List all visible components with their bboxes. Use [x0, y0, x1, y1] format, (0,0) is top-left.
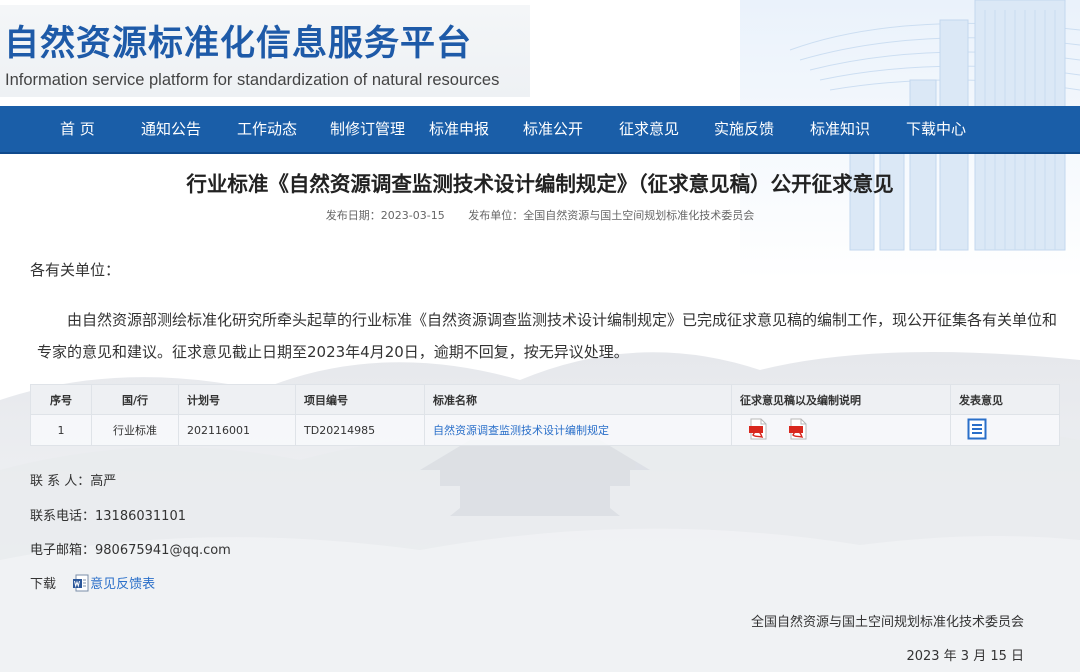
standards-table: 序号 国/行 计划号 项目编号 标准名称 征求意见稿以及编制说明 发表意见 1 …	[30, 384, 1060, 446]
feedback-form-download-link[interactable]: 意见反馈表	[90, 577, 155, 592]
cell-seq: 1	[30, 414, 92, 446]
signature-date: 2023 年 3 月 15 日	[906, 649, 1024, 664]
col-header-seq: 序号	[30, 384, 92, 415]
pdf-icon[interactable]	[788, 418, 808, 443]
contact-phone: 联系电话：13186031101	[30, 509, 186, 524]
col-header-std-name: 标准名称	[424, 384, 732, 415]
signature-org: 全国自然资源与国土空间规划标准化技术委员会	[750, 615, 1024, 630]
cell-comment	[950, 414, 1060, 446]
download-label: 下载	[30, 577, 57, 592]
article-content: 行业标准《自然资源调查监测技术设计编制规定》（征求意见稿）公开征求意见 发布日期…	[0, 0, 1080, 672]
std-name-link[interactable]: 自然资源调查监测技术设计编制规定	[433, 424, 609, 437]
col-header-type: 国/行	[91, 384, 179, 415]
publish-date: 发布日期：2023-03-15	[325, 209, 445, 222]
article-meta: 发布日期：2023-03-15 发布单位：全国自然资源与国土空间规划标准化技术委…	[0, 207, 1080, 223]
publisher: 发布单位：全国自然资源与国土空间规划标准化技术委员会	[468, 209, 755, 222]
cell-type: 行业标准	[91, 414, 179, 446]
download-row: 下载 意见反馈表	[30, 573, 155, 596]
salutation: 各有关单位：	[30, 261, 121, 279]
col-header-draft: 征求意见稿以及编制说明	[731, 384, 951, 415]
contact-email: 电子邮箱：980675941@qq.com	[30, 543, 231, 558]
cell-project-no: TD20214985	[295, 414, 425, 446]
article-body: 由自然资源部测绘标准化研究所牵头起草的行业标准《自然资源调查监测技术设计编制规定…	[37, 311, 1058, 361]
pdf-icon[interactable]	[748, 418, 768, 443]
contact-person: 联 系 人：高严	[30, 474, 117, 489]
word-doc-icon[interactable]	[72, 574, 90, 596]
table-row: 1 行业标准 202116001 TD20214985 自然资源调查监测技术设计…	[30, 414, 1060, 446]
cell-std-name: 自然资源调查监测技术设计编制规定	[424, 414, 732, 446]
col-header-plan-no: 计划号	[178, 384, 296, 415]
cell-plan-no: 202116001	[178, 414, 296, 446]
comment-form-icon[interactable]	[967, 418, 987, 443]
table-header-row: 序号 国/行 计划号 项目编号 标准名称 征求意见稿以及编制说明 发表意见	[30, 384, 1060, 415]
cell-draft	[731, 414, 951, 446]
article-title: 行业标准《自然资源调查监测技术设计编制规定》（征求意见稿）公开征求意见	[186, 172, 894, 196]
col-header-comment: 发表意见	[950, 384, 1060, 415]
col-header-project-no: 项目编号	[295, 384, 425, 415]
